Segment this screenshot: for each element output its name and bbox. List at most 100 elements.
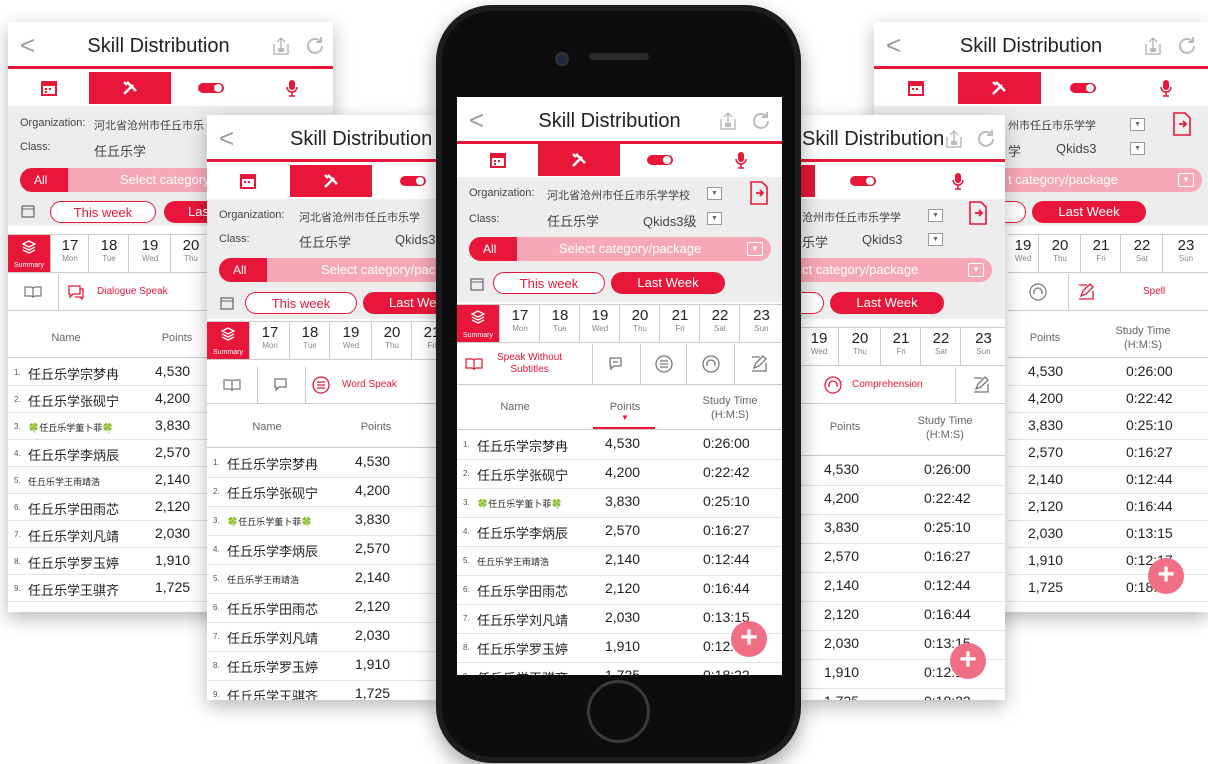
day-22[interactable]: 22 Sat <box>920 328 961 365</box>
day-19[interactable]: 19 Wed <box>329 322 372 359</box>
day-20[interactable]: 20 Thu <box>1038 235 1081 272</box>
day-20[interactable]: 20 Thu <box>619 305 660 342</box>
category-all[interactable]: All <box>469 237 517 261</box>
day-18[interactable]: 18 Tue <box>539 305 580 342</box>
day-22[interactable]: 22 Sat <box>699 305 740 342</box>
tab-toggle[interactable] <box>815 165 910 197</box>
day-20[interactable]: 20 Thu <box>170 235 211 272</box>
tab-microphone[interactable] <box>252 72 333 104</box>
table-row[interactable]: 6. 任丘乐学田雨芯 2,120 0:16:44 <box>457 575 782 605</box>
category-select[interactable]: All Select category/package ▼ <box>469 237 771 261</box>
table-row[interactable]: 2,120 0:16:44 <box>800 601 1005 631</box>
export-file-icon[interactable] <box>1172 112 1192 136</box>
class-dropdown[interactable]: ▼ <box>928 233 943 246</box>
add-button[interactable]: + <box>731 621 767 657</box>
skill-dialogue-speak[interactable]: Dialogue Speak <box>58 274 208 310</box>
refresh-icon[interactable] <box>750 110 772 132</box>
day-17[interactable]: 17 Mon <box>499 305 540 342</box>
export-file-icon[interactable] <box>968 201 988 225</box>
back-icon[interactable]: < <box>219 125 234 151</box>
day-17[interactable]: 17 Mon <box>50 235 89 272</box>
tab-toggle[interactable] <box>1041 72 1125 104</box>
share-icon[interactable] <box>1142 35 1164 57</box>
day-19[interactable]: 19 Wed <box>1008 235 1038 272</box>
export-file-icon[interactable] <box>749 181 769 205</box>
this-week-button[interactable]: This week <box>245 292 357 314</box>
table-row[interactable]: 4. 任丘乐学李炳辰 2,570 0:16:27 <box>457 517 782 547</box>
day-21[interactable]: 21 Fri <box>659 305 700 342</box>
table-row[interactable]: 4. 任丘乐学李炳辰 2,570 <box>207 535 440 565</box>
table-row[interactable]: 2. 任丘乐学张砚宁 4,200 <box>207 477 440 507</box>
day-20[interactable]: 20 Thu <box>838 328 881 365</box>
tab-skills[interactable] <box>800 165 815 197</box>
last-week-button[interactable]: Last Week <box>830 292 944 314</box>
skill-word[interactable] <box>640 344 687 384</box>
category-select[interactable]: t category/package ▼ <box>992 168 1202 192</box>
table-row[interactable]: 8. 任丘乐学罗玉婷 1,910 <box>207 651 440 681</box>
day-17[interactable]: 17 Mon <box>249 322 290 359</box>
skill-spell[interactable] <box>734 344 782 384</box>
day-18[interactable]: 18 Tue <box>289 322 330 359</box>
category-all[interactable]: All <box>219 258 267 282</box>
table-row[interactable]: 6. 任丘乐学田雨芯 2,120 <box>207 593 440 623</box>
tab-microphone[interactable] <box>1125 72 1208 104</box>
table-row[interactable]: 2,570 0:16:27 <box>1008 439 1208 467</box>
last-week-button[interactable]: Last We <box>363 292 440 314</box>
table-row[interactable]: 4,200 0:22:42 <box>1008 385 1208 413</box>
table-row[interactable]: 9. 任丘乐学王骐齐 1,725 0:18:22 <box>457 662 782 675</box>
this-week-button[interactable]: This week <box>50 201 156 223</box>
table-row[interactable]: 3. 🍀任丘乐学董卜菲🍀 3,830 0:25:10 <box>457 488 782 518</box>
table-row[interactable]: 4,200 0:22:42 <box>800 485 1005 515</box>
refresh-icon[interactable] <box>1176 35 1198 57</box>
tab-skills[interactable] <box>957 72 1041 104</box>
day-21[interactable]: 21 Fri <box>1080 235 1121 272</box>
day-19[interactable]: 19 Wed <box>579 305 620 342</box>
category-select[interactable]: ct category/package ▼ <box>800 258 992 282</box>
tab-skills[interactable] <box>538 144 620 176</box>
tab-calendar[interactable] <box>874 72 958 104</box>
day-19[interactable]: 19 Wed <box>128 235 171 272</box>
tab-skills[interactable] <box>289 165 372 197</box>
class-dropdown[interactable]: ▼ <box>1130 142 1145 155</box>
tab-microphone[interactable] <box>910 165 1005 197</box>
table-row[interactable]: 9. 任丘乐学王骐齐 1,725 <box>207 680 440 700</box>
table-row[interactable]: 5. 任丘乐学王雨靖浩 2,140 0:12:44 <box>457 546 782 576</box>
day-22[interactable]: 22 Sat <box>1120 235 1163 272</box>
refresh-icon[interactable] <box>304 35 326 57</box>
skill-listening[interactable] <box>686 344 735 384</box>
day-18[interactable]: 18 Tue <box>88 235 129 272</box>
day-19[interactable]: 19 Wed <box>800 328 838 365</box>
day-23[interactable]: 23 Sun <box>1162 235 1208 272</box>
skill-spell[interactable] <box>955 367 1005 403</box>
table-row[interactable]: 3. 🍀任丘乐学董卜菲🍀 3,830 <box>207 506 440 536</box>
day-21[interactable]: 21 Fri <box>880 328 921 365</box>
tab-toggle[interactable] <box>620 144 701 176</box>
day-23[interactable]: 23 Sun <box>960 328 1005 365</box>
col-points[interactable]: Points ▼ <box>595 401 655 423</box>
table-row[interactable]: 4,530 0:26:00 <box>800 456 1005 486</box>
tab-microphone[interactable] <box>701 144 782 176</box>
share-icon[interactable] <box>943 128 965 150</box>
day-20[interactable]: 20 Thu <box>371 322 412 359</box>
table-row[interactable]: 2,120 0:16:44 <box>1008 493 1208 521</box>
day-23[interactable]: 23 Sun <box>739 305 782 342</box>
skill-speak-without-subtitles[interactable]: Speak Without Subtitles <box>457 344 592 384</box>
tab-calendar[interactable] <box>457 144 538 176</box>
tab-toggle[interactable] <box>372 165 440 197</box>
share-icon[interactable] <box>270 35 292 57</box>
add-button[interactable]: + <box>1148 558 1184 594</box>
org-dropdown[interactable]: ▼ <box>1130 118 1145 131</box>
class-dropdown[interactable]: ▼ <box>707 212 722 225</box>
table-row[interactable]: 4,530 0:26:00 <box>1008 358 1208 386</box>
org-dropdown[interactable]: ▼ <box>928 209 943 222</box>
refresh-icon[interactable] <box>975 128 997 150</box>
table-row[interactable]: 7. 任丘乐学刘凡靖 2,030 <box>207 622 440 652</box>
table-row[interactable]: 2,570 0:16:27 <box>800 543 1005 573</box>
category-dropdown-icon[interactable]: ▼ <box>747 242 763 256</box>
table-row[interactable]: 1,725 0:18:22 <box>800 688 1005 700</box>
last-week-button[interactable]: Last Week <box>1032 201 1146 223</box>
table-row[interactable]: 1. 任丘乐学宗梦冉 4,530 <box>207 448 440 478</box>
home-button[interactable] <box>587 680 650 743</box>
skill-spell[interactable]: Spell <box>1068 274 1208 310</box>
table-row[interactable]: 5. 任丘乐学王雨靖浩 2,140 <box>207 564 440 594</box>
